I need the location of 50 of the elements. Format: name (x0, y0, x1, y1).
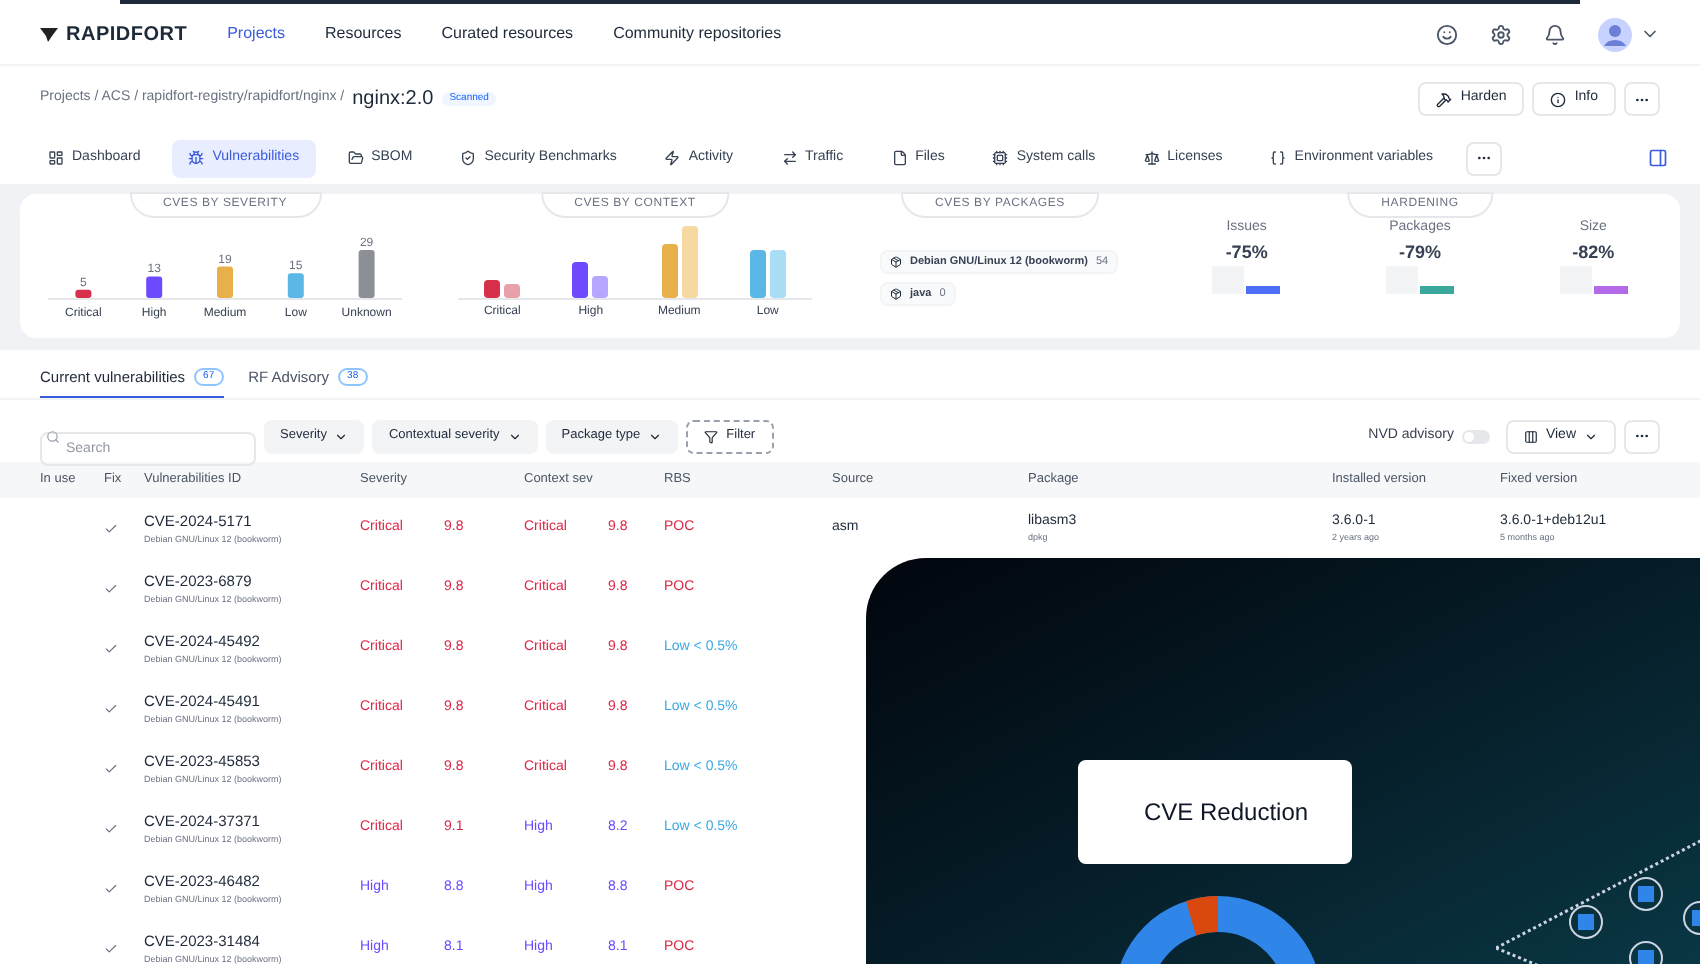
hammer-icon (1436, 91, 1453, 107)
shield-check-icon (460, 150, 477, 166)
before-bar (1385, 266, 1418, 294)
promo-label: CVE Reduction (1078, 760, 1352, 864)
search-icon (46, 429, 60, 444)
package-icon (890, 255, 902, 268)
stat-value: -75% (1225, 239, 1268, 265)
paired-bar-drawing (749, 250, 786, 298)
image-title: nginx:2.0 (352, 86, 434, 114)
chevron-icon (648, 429, 663, 444)
stat-value: -82% (1572, 239, 1615, 265)
paired-bar-drawing (661, 226, 698, 298)
braces-icon (1270, 150, 1287, 166)
chip-icon (992, 150, 1009, 166)
bar (146, 276, 163, 298)
scale-icon (1143, 150, 1160, 166)
bell-icon[interactable] (1544, 23, 1566, 45)
stat-value: -79% (1398, 239, 1441, 265)
bar (217, 266, 233, 298)
chevron-icon (1584, 429, 1598, 444)
before-bar (1559, 266, 1592, 294)
arrows-icon (781, 150, 798, 166)
columns-icon (1523, 429, 1538, 444)
chevron-icon (507, 429, 522, 444)
nav-link[interactable]: Curated resources (441, 22, 574, 46)
folder-icon (347, 150, 364, 166)
toggle-switch[interactable] (1461, 429, 1490, 444)
lightning-icon (664, 150, 681, 166)
bug-icon (188, 150, 205, 166)
panel-toggle-icon[interactable] (1648, 148, 1668, 168)
bar (287, 273, 304, 298)
dashboard-icon (48, 150, 64, 166)
smiley-icon[interactable] (1436, 23, 1458, 45)
settings-icon[interactable] (1490, 23, 1512, 45)
avatar-icon[interactable] (1598, 17, 1632, 51)
nav-link[interactable]: Community repositories (613, 22, 782, 46)
nav-link[interactable]: Projects (227, 22, 285, 46)
filter-icon (704, 429, 719, 444)
chevron-icon (334, 429, 349, 444)
paired-bar-drawing (572, 262, 609, 298)
before-bar (1212, 266, 1245, 294)
brand-name: RAPIDFORT (66, 21, 188, 49)
file-icon (891, 150, 908, 166)
paired-bar-drawing (484, 280, 521, 298)
nav-link[interactable]: Resources (325, 22, 402, 46)
bar (358, 250, 375, 298)
package-icon (890, 288, 902, 301)
logo-icon (40, 27, 58, 41)
info-icon (1550, 91, 1567, 107)
bar (75, 289, 92, 298)
